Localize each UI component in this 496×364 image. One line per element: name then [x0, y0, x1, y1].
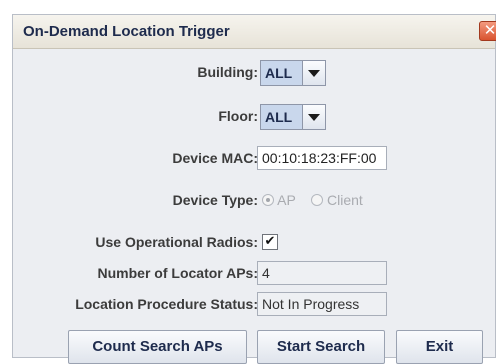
floor-row: Floor: ALL: [13, 103, 495, 131]
location-procedure-status-row: Location Procedure Status: Not In Progre…: [13, 291, 495, 319]
device-mac-label: Device MAC:: [172, 150, 258, 166]
device-type-radio-group: AP Client: [262, 192, 363, 208]
building-label: Building:: [197, 64, 258, 80]
device-mac-input[interactable]: 00:10:18:23:FF:00: [257, 146, 387, 170]
number-of-locator-aps-row: Number of Locator APs: 4: [13, 260, 495, 288]
device-mac-row: Device MAC: 00:10:18:23:FF:00: [13, 145, 495, 173]
use-operational-radios-label: Use Operational Radios:: [95, 234, 258, 250]
location-procedure-status-field: Not In Progress: [257, 292, 387, 316]
floor-label: Floor:: [218, 108, 258, 124]
device-type-row: Device Type: AP Client: [13, 187, 495, 215]
building-row: Building: ALL: [13, 59, 495, 87]
device-type-client-label: Client: [327, 192, 363, 208]
exit-button[interactable]: Exit: [396, 330, 483, 364]
floor-select-value: ALL: [265, 109, 293, 125]
device-type-label: Device Type:: [172, 192, 258, 208]
use-operational-radios-row: Use Operational Radios: ✔: [13, 229, 495, 257]
floor-select[interactable]: ALL: [260, 104, 326, 130]
number-of-locator-aps-field: 4: [257, 261, 387, 285]
on-demand-location-trigger-dialog: On-Demand Location Trigger ✕ Building: A…: [12, 14, 496, 364]
location-procedure-status-label: Location Procedure Status:: [75, 296, 258, 312]
window-title: On-Demand Location Trigger: [23, 23, 230, 40]
title-bar[interactable]: On-Demand Location Trigger ✕: [13, 15, 496, 49]
device-type-radio-ap[interactable]: AP: [262, 192, 299, 208]
building-select-value: ALL: [265, 65, 293, 81]
radio-selected-icon: [262, 194, 274, 206]
radio-unselected-icon: [311, 194, 324, 206]
close-icon[interactable]: ✕: [479, 21, 496, 41]
device-type-radio-client[interactable]: Client: [311, 192, 363, 208]
use-operational-radios-checkbox[interactable]: ✔: [262, 234, 278, 250]
number-of-locator-aps-label: Number of Locator APs:: [97, 265, 259, 281]
device-type-ap-label: AP: [277, 192, 296, 208]
count-search-aps-button[interactable]: Count Search APs: [68, 330, 247, 364]
chevron-down-icon[interactable]: [302, 105, 325, 129]
start-search-button[interactable]: Start Search: [257, 330, 385, 364]
chevron-down-icon[interactable]: [302, 61, 325, 85]
building-select[interactable]: ALL: [260, 60, 326, 86]
